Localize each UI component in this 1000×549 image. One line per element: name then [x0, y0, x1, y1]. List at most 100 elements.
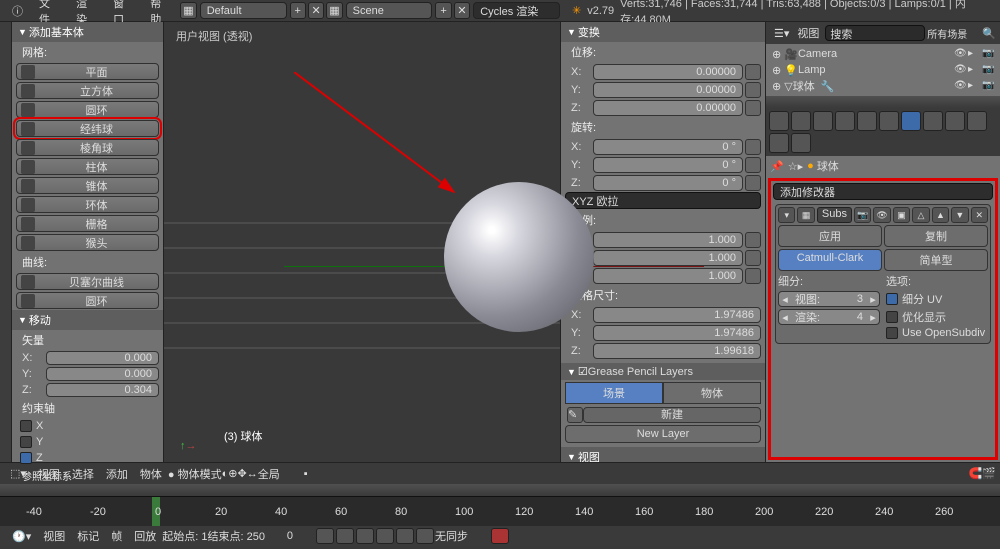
editor-type-icon[interactable]: ☰▾	[770, 27, 793, 40]
gp-new-button[interactable]: 新建	[583, 407, 761, 423]
outliner-search[interactable]: 搜索	[825, 25, 925, 41]
move-y[interactable]: 0.000	[46, 367, 159, 381]
timeline-playback-menu[interactable]: 回放	[128, 528, 162, 544]
lock-icon[interactable]	[745, 139, 761, 155]
loc-z[interactable]: 0.00000	[593, 100, 743, 116]
layout-browse-icon[interactable]: ▦	[180, 2, 196, 19]
mesh-ico-sphere[interactable]: 棱角球	[16, 139, 159, 156]
add-primitive-header[interactable]: 添加基本体	[12, 22, 163, 42]
outliner-filter[interactable]: 所有场景	[927, 26, 982, 41]
operator-header[interactable]: 移动	[12, 310, 163, 330]
shading-icon[interactable]: ◐	[222, 468, 229, 480]
mesh-cube[interactable]: 立方体	[16, 82, 159, 99]
opensubdiv-checkbox[interactable]	[886, 327, 898, 339]
loc-x[interactable]: 0.00000	[593, 64, 743, 80]
lock-icon[interactable]	[745, 100, 761, 116]
mesh-cone[interactable]: 锥体	[16, 177, 159, 194]
outliner-tree[interactable]: ⊕ 🎥 Camera👁▸📷 ⊕ 💡 Lamp👁▸📷 ⊕ ▽ 球体🔧👁▸📷	[766, 44, 1000, 96]
manip-translate-icon[interactable]: ↔	[247, 468, 258, 480]
object-menu[interactable]: 物体	[134, 466, 168, 482]
current-frame-field[interactable]: 0	[265, 530, 315, 542]
end-frame-field[interactable]: 结束点: 250	[207, 528, 264, 544]
gp-slot-icon[interactable]: ✎	[567, 407, 583, 423]
tool-tabs[interactable]	[0, 22, 12, 462]
scene-add-icon[interactable]: +	[435, 2, 451, 19]
sphere-object[interactable]	[444, 182, 594, 332]
constraint-z-checkbox[interactable]	[20, 452, 32, 464]
move-up-icon[interactable]: ▲	[932, 207, 949, 223]
lock-icon[interactable]	[745, 232, 761, 248]
gp-source-tabs[interactable]: 场景物体	[565, 382, 761, 404]
mesh-monkey[interactable]: 猴头	[16, 234, 159, 251]
dim-z[interactable]: 1.99618	[593, 343, 761, 359]
subdiv-uv-checkbox[interactable]	[886, 293, 898, 305]
scene-browse-icon[interactable]: ▦	[326, 2, 342, 19]
info-icon[interactable]: ⓘ	[4, 1, 31, 21]
tab-world-icon[interactable]	[835, 111, 855, 131]
editor-type-icon[interactable]: ⬚▾	[4, 467, 32, 480]
lock-icon[interactable]	[745, 82, 761, 98]
play-reverse-icon[interactable]	[356, 528, 374, 544]
rot-x[interactable]: 0 °	[593, 139, 743, 155]
play-icon[interactable]	[376, 528, 394, 544]
timeline[interactable]: -40 -20 0 20 40 60 80 100 120 140 160 18…	[0, 496, 1000, 526]
lock-icon[interactable]	[745, 268, 761, 284]
outliner-item-camera[interactable]: ⊕ 🎥 Camera👁▸📷	[772, 46, 994, 62]
layout-add-icon[interactable]: +	[290, 2, 306, 19]
show-editmode-icon[interactable]: ▣	[893, 207, 910, 223]
mesh-uv-sphere[interactable]: 经纬球	[16, 120, 159, 137]
add-menu[interactable]: 添加	[100, 466, 134, 482]
timeline-frame-menu[interactable]: 帧	[105, 528, 128, 544]
3d-viewport[interactable]: 用户视图 (透视) (3) 球体 ↑→	[164, 22, 560, 462]
mesh-grid[interactable]: 栅格	[16, 215, 159, 232]
catmull-clark-button[interactable]: Catmull-Clark	[778, 249, 882, 271]
orientation-select[interactable]: 全局	[258, 466, 304, 482]
pin-icon[interactable]: 📌	[770, 160, 784, 173]
tab-layers-icon[interactable]	[791, 111, 811, 131]
lock-icon[interactable]	[745, 175, 761, 191]
tab-constraints-icon[interactable]	[879, 111, 899, 131]
next-keyframe-icon[interactable]	[396, 528, 414, 544]
manipulator-icon[interactable]: ✥	[238, 467, 247, 480]
outliner-item-lamp[interactable]: ⊕ 💡 Lamp👁▸📷	[772, 62, 994, 78]
mode-select[interactable]: ● 物体模式	[168, 466, 222, 482]
timeline-view-menu[interactable]: 视图	[37, 528, 71, 544]
layout-del-icon[interactable]: ✕	[308, 2, 324, 19]
tab-texture-icon[interactable]	[967, 111, 987, 131]
curve-circle[interactable]: 圆环	[16, 292, 159, 309]
constraint-x-checkbox[interactable]	[20, 420, 32, 432]
curve-bezier[interactable]: 贝塞尔曲线	[16, 273, 159, 290]
layout-field[interactable]: Default	[200, 2, 287, 19]
render-subdiv-field[interactable]: ◂渲染:4▸	[778, 309, 880, 325]
tab-particles-icon[interactable]	[769, 133, 789, 153]
modifier-name-field[interactable]: Subs	[817, 207, 852, 223]
snap-icon[interactable]: 🧲	[969, 467, 983, 480]
tab-scene-icon[interactable]	[813, 111, 833, 131]
view-header[interactable]: 视图	[561, 447, 765, 462]
move-down-icon[interactable]: ▼	[951, 207, 968, 223]
loc-y[interactable]: 0.00000	[593, 82, 743, 98]
rot-z[interactable]: 0 °	[593, 175, 743, 191]
jump-start-icon[interactable]	[316, 528, 334, 544]
scene-del-icon[interactable]: ✕	[454, 2, 470, 19]
lock-icon[interactable]	[745, 64, 761, 80]
scene-field[interactable]: Scene	[346, 2, 433, 19]
copy-button[interactable]: 复制	[884, 225, 988, 247]
timeline-marker-menu[interactable]: 标记	[71, 528, 105, 544]
select-menu[interactable]: 选择	[66, 466, 100, 482]
layer-button[interactable]: ▪	[304, 468, 308, 480]
outliner-view-menu[interactable]: 视图	[793, 25, 823, 41]
autokey-icon[interactable]	[491, 528, 509, 544]
move-x[interactable]: 0.000	[46, 351, 159, 365]
view-menu[interactable]: 视图	[32, 466, 66, 482]
scale-x[interactable]: 1.000	[593, 232, 743, 248]
mesh-plane[interactable]: 平面	[16, 63, 159, 80]
tab-object-icon[interactable]	[857, 111, 877, 131]
optimize-display-checkbox[interactable]	[886, 311, 898, 323]
pivot-icon[interactable]: ⊕	[228, 467, 237, 480]
show-cage-icon[interactable]: △	[912, 207, 929, 223]
show-viewport-icon[interactable]: 👁	[873, 207, 890, 223]
view-subdiv-field[interactable]: ◂视图:3▸	[778, 291, 880, 307]
timeline-editor-icon[interactable]: 🕐▾	[6, 530, 37, 543]
scale-y[interactable]: 1.000	[593, 250, 743, 266]
